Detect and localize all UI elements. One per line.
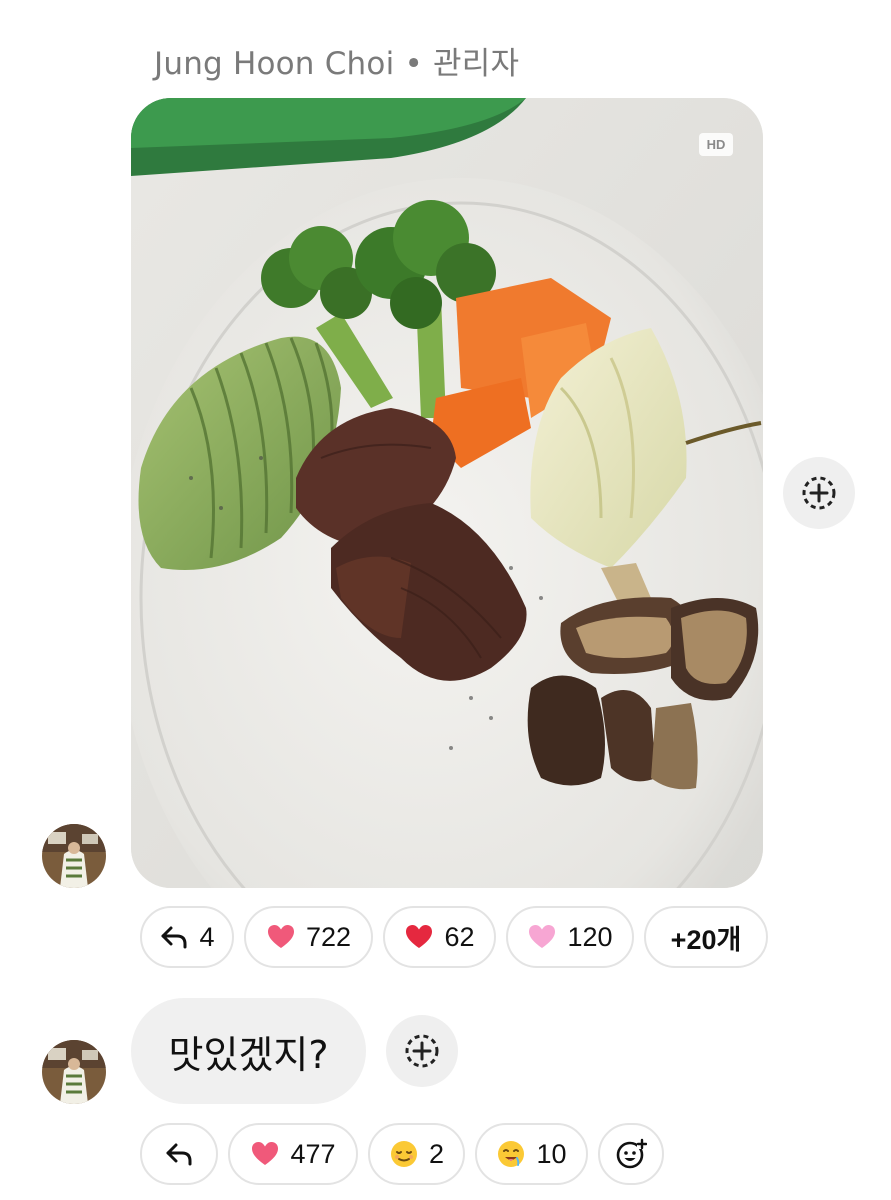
sender-role: 관리자	[433, 46, 520, 82]
pink-heart-count: 722	[305, 921, 352, 952]
message1-reactions: 4 722 62 120 +20개	[140, 906, 768, 968]
reply-arrow-icon	[161, 926, 187, 949]
drooling-face-emoji	[498, 1141, 525, 1167]
message-text: 맛있겠지?	[168, 1032, 329, 1077]
avatar-image	[42, 1040, 106, 1104]
sender-avatar-2[interactable]	[42, 1040, 106, 1104]
add-emoji-button[interactable]	[598, 1123, 664, 1185]
separator-dot: •	[404, 46, 423, 82]
pink-heart-icon	[252, 1142, 279, 1165]
reply-arrow-icon	[166, 1143, 192, 1166]
relieved-face-count: 2	[428, 1138, 445, 1169]
message-bubble[interactable]: 맛있겠지?	[131, 998, 366, 1104]
sender-avatar[interactable]	[42, 824, 106, 888]
reply-count-chip[interactable]: 4	[140, 906, 234, 968]
message-photo[interactable]: HD	[131, 98, 763, 888]
add-emoji-icon	[616, 1138, 647, 1169]
drooling-face-count: 10	[536, 1138, 567, 1169]
relieved-face-reaction-chip[interactable]: 2	[368, 1123, 465, 1185]
food-plate-image	[131, 98, 763, 888]
more-reactions-count: +20개	[670, 924, 742, 955]
light-pink-heart-count: 120	[567, 921, 613, 952]
pink-heart-count-2: 477	[290, 1138, 336, 1169]
red-heart-icon	[406, 925, 433, 948]
add-reaction-button[interactable]	[783, 457, 855, 529]
pink-heart-icon	[267, 925, 294, 948]
hd-badge: HD	[699, 133, 733, 156]
light-pink-heart-icon	[529, 925, 556, 948]
drooling-face-reaction-chip[interactable]: 10	[475, 1123, 588, 1185]
light-pink-heart-reaction-chip[interactable]: 120	[506, 906, 634, 968]
avatar-image	[42, 824, 106, 888]
reply-button-chip[interactable]	[140, 1123, 218, 1185]
add-reaction-icon	[802, 476, 836, 510]
sender-name[interactable]: Jung Hoon Choi	[154, 46, 394, 82]
red-heart-reaction-chip[interactable]: 62	[383, 906, 496, 968]
reply-count: 4	[199, 921, 215, 952]
add-reaction-icon	[405, 1034, 439, 1068]
pink-heart-reaction-chip-2[interactable]: 477	[228, 1123, 358, 1185]
pink-heart-reaction-chip[interactable]: 722	[244, 906, 373, 968]
red-heart-count: 62	[444, 921, 475, 952]
sender-header: Jung Hoon Choi • 관리자	[154, 38, 519, 83]
add-reaction-button-2[interactable]	[386, 1015, 458, 1087]
relieved-face-emoji	[390, 1141, 417, 1167]
message2-reactions: 477 2 10	[140, 1123, 664, 1185]
more-reactions-chip[interactable]: +20개	[644, 906, 768, 968]
